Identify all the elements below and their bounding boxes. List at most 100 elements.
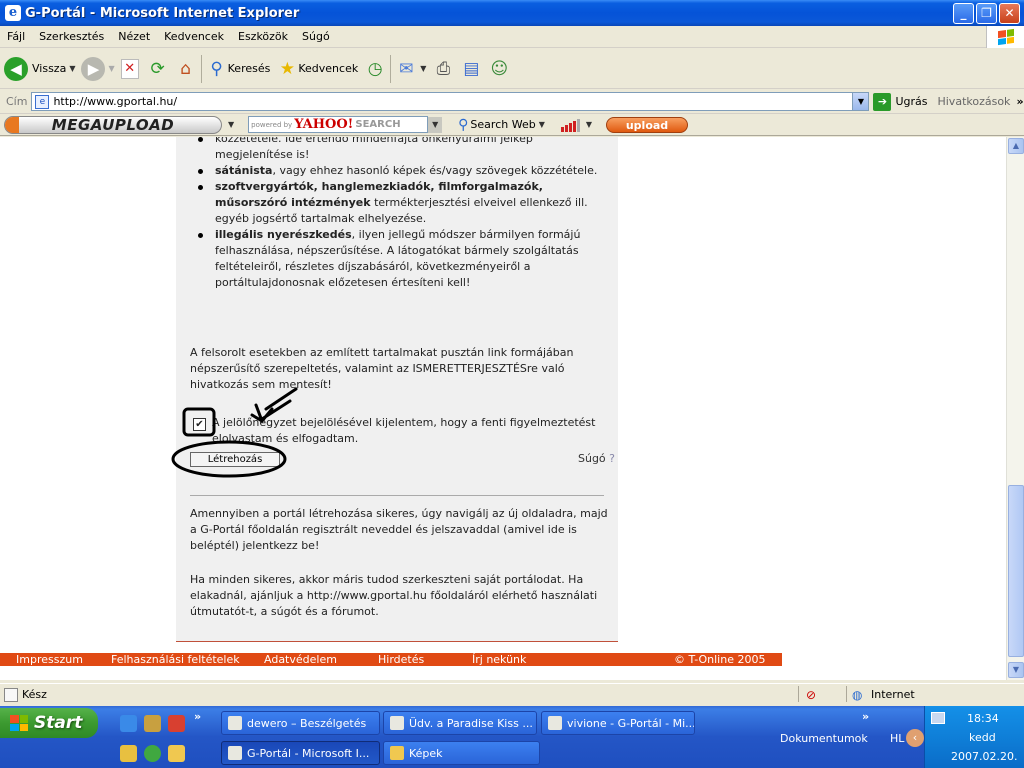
network-icon[interactable] bbox=[931, 712, 945, 724]
back-arrow-icon: ◀ bbox=[4, 56, 28, 81]
ie-icon bbox=[390, 716, 404, 730]
close-button[interactable]: ✕ bbox=[999, 2, 1020, 24]
address-input[interactable]: e http://www.gportal.hu/ ▼ bbox=[31, 92, 870, 111]
task-button[interactable]: dewero – Beszélgetés bbox=[221, 711, 380, 735]
clock-time[interactable]: 18:34 bbox=[967, 712, 999, 725]
menu-tools[interactable]: Eszközök bbox=[231, 30, 295, 43]
window-title: G-Portál - Microsoft Internet Explorer bbox=[25, 5, 300, 21]
start-button[interactable]: Start bbox=[0, 708, 98, 738]
mail-icon[interactable]: ✉ bbox=[395, 58, 417, 80]
task-button[interactable]: Üdv. a Paradise Kiss ... bbox=[383, 711, 537, 735]
windows-logo-icon bbox=[10, 715, 28, 731]
menu-favorites[interactable]: Kedvencek bbox=[157, 30, 231, 43]
home-icon[interactable]: ⌂ bbox=[175, 58, 197, 80]
go-button[interactable]: ➔ Ugrás bbox=[873, 92, 927, 111]
vertical-scrollbar[interactable]: ▲ ▼ bbox=[1006, 137, 1024, 680]
task-button-active[interactable]: G-Portál - Microsoft I... bbox=[221, 741, 380, 765]
address-label: Cím bbox=[6, 95, 28, 108]
quicklaunch-chevron-icon[interactable]: » bbox=[194, 710, 201, 723]
accept-label[interactable]: A jelölőnégyzet bejelölésével kijelentem… bbox=[212, 415, 612, 447]
media-icon[interactable] bbox=[168, 715, 185, 732]
yahoo-search-input[interactable]: powered by YAHOO! SEARCH bbox=[248, 116, 429, 133]
mail-dropdown-icon[interactable]: ▼ bbox=[420, 64, 426, 73]
footer-link-privacy[interactable]: Adatvédelem bbox=[264, 653, 337, 666]
help-link[interactable]: Súgó ? bbox=[578, 452, 615, 465]
popup-blocked-icon[interactable]: ⊘ bbox=[806, 688, 816, 702]
menu-help[interactable]: Súgó bbox=[295, 30, 337, 43]
stop-icon[interactable]: ✕ bbox=[120, 58, 139, 79]
edit-icon[interactable]: ▤ bbox=[460, 58, 482, 80]
search-web-label: Search Web bbox=[470, 118, 536, 131]
clock-day: kedd bbox=[969, 731, 996, 744]
search-web-button[interactable]: ⚲ Search Web ▼ bbox=[458, 117, 545, 133]
forward-dropdown-icon[interactable]: ▼ bbox=[108, 64, 114, 73]
scroll-up-icon[interactable]: ▲ bbox=[1008, 138, 1024, 154]
gear-icon[interactable] bbox=[144, 715, 161, 732]
search-button[interactable]: ⚲ Keresés bbox=[206, 58, 270, 80]
footer-link-impresszum[interactable]: Impresszum bbox=[16, 653, 83, 666]
print-icon[interactable]: ⎙ bbox=[432, 58, 454, 80]
address-url[interactable]: http://www.gportal.hu/ bbox=[53, 95, 852, 108]
forward-arrow-icon: ▶ bbox=[81, 56, 106, 81]
globe-icon: ◍ bbox=[852, 687, 863, 702]
menu-view[interactable]: Nézet bbox=[111, 30, 157, 43]
taskbar-chevron-icon[interactable]: » bbox=[862, 710, 869, 723]
address-dropdown-icon[interactable]: ▼ bbox=[852, 93, 869, 110]
page-viewport: közzététele. Ide értendő mindenfajta önk… bbox=[0, 137, 1006, 680]
refresh-icon[interactable]: ⟳ bbox=[147, 58, 169, 80]
ie-icon bbox=[548, 716, 562, 730]
signal-bars-icon[interactable] bbox=[560, 118, 580, 132]
task-button[interactable]: vivione - G-Portál - Mi... bbox=[541, 711, 695, 735]
yahoo-logo: YAHOO! bbox=[294, 117, 354, 132]
help-label[interactable]: Súgó bbox=[578, 452, 606, 465]
back-button[interactable]: ◀ Vissza ▼ bbox=[4, 56, 75, 81]
folder-icon[interactable] bbox=[168, 745, 185, 762]
accept-checkbox[interactable]: ✔ bbox=[193, 418, 206, 431]
menu-edit[interactable]: Szerkesztés bbox=[32, 30, 111, 43]
tray-expand-icon[interactable]: ‹ bbox=[906, 729, 924, 747]
back-dropdown-icon[interactable]: ▼ bbox=[69, 64, 75, 73]
history-icon[interactable]: ◷ bbox=[364, 58, 386, 80]
search-dropdown-icon[interactable]: ▼ bbox=[428, 116, 443, 133]
megaupload-dropdown-icon[interactable]: ▼ bbox=[228, 120, 234, 129]
scroll-down-icon[interactable]: ▼ bbox=[1008, 662, 1024, 678]
scrollbar-thumb[interactable] bbox=[1008, 485, 1024, 657]
footer-link-terms[interactable]: Felhasználási feltételek bbox=[111, 653, 240, 666]
favorites-button[interactable]: ★ Kedvencek bbox=[276, 58, 358, 80]
folder-icon bbox=[390, 746, 404, 760]
page-icon: e bbox=[35, 94, 50, 109]
standard-toolbar: ◀ Vissza ▼ ▶ ▼ ✕ ⟳ ⌂ ⚲ Keresés ★ Kedvenc… bbox=[0, 49, 1024, 89]
task-label: dewero – Beszélgetés bbox=[247, 716, 367, 730]
task-button[interactable]: Képek bbox=[383, 741, 540, 765]
help-question-icon[interactable]: ? bbox=[609, 452, 615, 465]
start-label: Start bbox=[34, 713, 83, 733]
messenger-icon[interactable]: ☺ bbox=[488, 58, 510, 80]
documents-toolbar[interactable]: Dokumentumok bbox=[780, 732, 868, 745]
help-paragraph: Ha minden sikeres, akkor máris tudod sze… bbox=[190, 573, 598, 618]
megaupload-logo[interactable]: MEGAUPLOAD bbox=[4, 115, 222, 134]
menu-file[interactable]: Fájl bbox=[0, 30, 32, 43]
search-web-dropdown-icon[interactable]: ▼ bbox=[539, 120, 545, 129]
create-button[interactable]: Létrehozás bbox=[190, 452, 280, 467]
list-item: illegális nyerészkedés, ilyen jellegű mó… bbox=[190, 227, 610, 291]
folder-icon[interactable] bbox=[120, 745, 137, 762]
footer-link-advertising[interactable]: Hirdetés bbox=[378, 653, 424, 666]
messenger-icon[interactable] bbox=[144, 745, 161, 762]
chevron-right-icon[interactable]: » bbox=[1016, 95, 1023, 108]
footer-link-contact[interactable]: Írj nekünk bbox=[472, 653, 526, 666]
task-label: vivione - G-Portál - Mi... bbox=[567, 716, 695, 730]
language-indicator[interactable]: HL bbox=[890, 732, 904, 745]
upload-button[interactable]: upload bbox=[606, 116, 689, 133]
links-label[interactable]: Hivatkozások bbox=[937, 95, 1010, 108]
back-label: Vissza bbox=[32, 62, 67, 75]
search-placeholder: SEARCH bbox=[355, 119, 401, 130]
ie-icon bbox=[228, 746, 242, 760]
forward-button[interactable]: ▶ ▼ bbox=[81, 56, 115, 81]
maximize-button[interactable]: ❐ bbox=[976, 2, 997, 24]
ie-quicklaunch-icon[interactable] bbox=[120, 715, 137, 732]
star-icon: ★ bbox=[279, 58, 295, 79]
list-item: sátánista, vagy ehhez hasonló képek és/v… bbox=[190, 163, 610, 179]
search-icon: ⚲ bbox=[458, 116, 469, 133]
signal-dropdown-icon[interactable]: ▼ bbox=[586, 120, 592, 129]
minimize-button[interactable]: _ bbox=[953, 2, 974, 24]
